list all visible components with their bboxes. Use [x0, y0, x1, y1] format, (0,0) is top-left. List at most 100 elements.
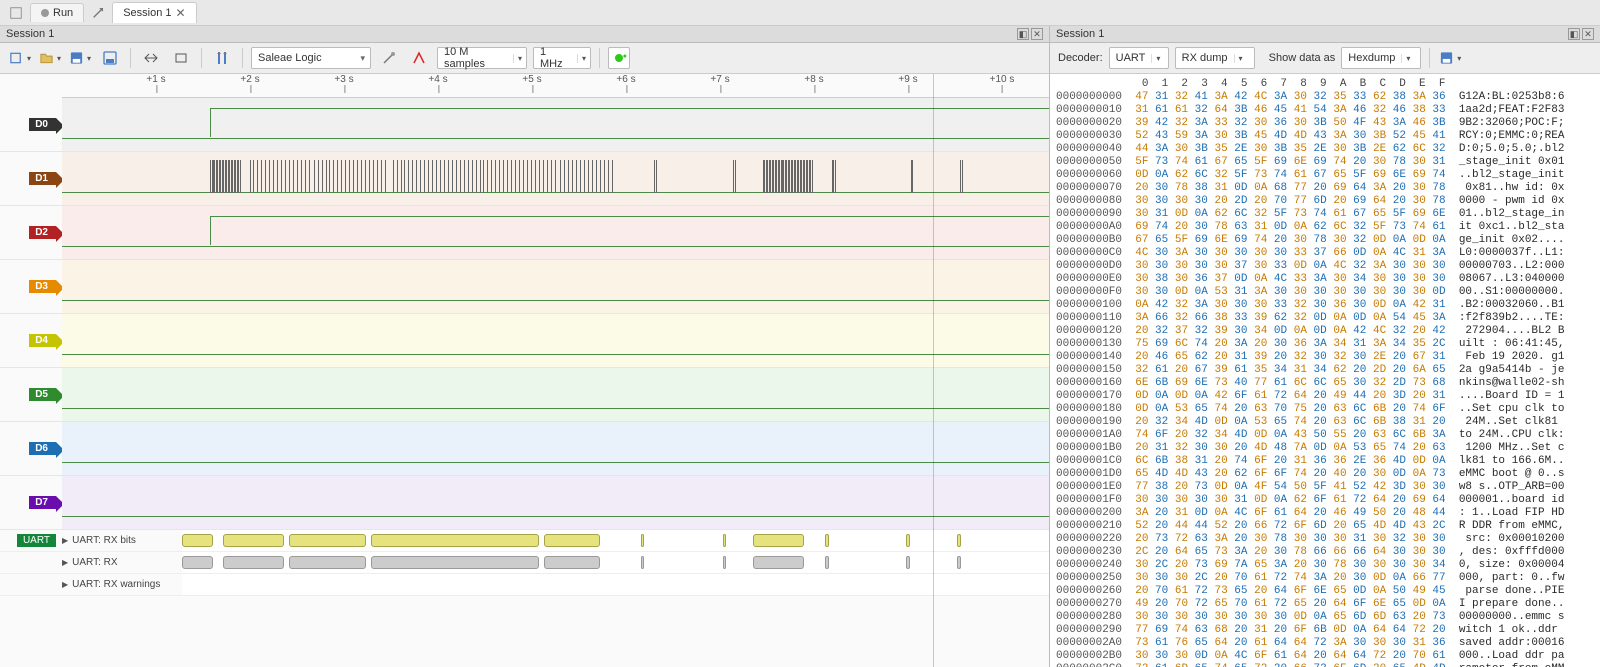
timeline-area[interactable]: +1 s+2 s+3 s+4 s+5 s+6 s+7 s+8 s+9 s+10 …: [0, 74, 1049, 667]
decoder-row-name[interactable]: ▶UART: RX bits: [62, 535, 182, 546]
trace-line: [62, 138, 1049, 139]
decoder-track[interactable]: [182, 530, 1049, 551]
channel-label[interactable]: D5: [0, 368, 62, 421]
channel-d7[interactable]: D7: [0, 476, 1049, 530]
decoder-row[interactable]: ▶UART: RX: [0, 552, 1049, 574]
channel-label[interactable]: D6: [0, 422, 62, 475]
decoder-view-select[interactable]: RX dump▾: [1175, 47, 1255, 69]
session-header-right: Session 1 ◧✕: [1050, 26, 1600, 43]
decoder-row[interactable]: UART▶UART: RX bits: [0, 530, 1049, 552]
channel-tag: D4: [29, 334, 56, 347]
channel-track[interactable]: [62, 314, 1049, 367]
channel-tag: D1: [29, 172, 56, 185]
decoder-row-name[interactable]: ▶UART: RX: [62, 557, 182, 568]
show-data-value: Hexdump: [1348, 52, 1395, 64]
channel-label[interactable]: D2: [0, 206, 62, 259]
zoom-region-button[interactable]: [169, 47, 193, 69]
channels-button[interactable]: [407, 47, 431, 69]
ruler-tick: +9 s: [898, 74, 917, 85]
samplerate-value: 1 MHz: [540, 46, 571, 70]
save-hexdump-button[interactable]: [1438, 47, 1462, 69]
channel-track[interactable]: [62, 476, 1049, 529]
channel-d6[interactable]: D6: [0, 422, 1049, 476]
trace-line: [62, 300, 1049, 301]
ruler-tick: +7 s: [710, 74, 729, 85]
driver-config-button[interactable]: [377, 47, 401, 69]
tools-icon[interactable]: [86, 2, 110, 24]
decoder-label: Decoder:: [1058, 52, 1103, 64]
close-pane-icon[interactable]: ✕: [1031, 28, 1043, 40]
new-session-button[interactable]: [8, 47, 32, 69]
session-title: Session 1: [6, 28, 54, 40]
decoder-row[interactable]: ▶UART: RX warnings: [0, 574, 1049, 596]
channel-d0[interactable]: D0: [0, 98, 1049, 152]
samplerate-select[interactable]: 1 MHz▾: [533, 47, 591, 69]
detach-icon[interactable]: ◧: [1568, 28, 1580, 40]
channel-tag: D5: [29, 388, 56, 401]
session-tab-label: Session 1: [123, 7, 171, 19]
channel-track[interactable]: [62, 422, 1049, 475]
cursors-button[interactable]: [210, 47, 234, 69]
decoder-track[interactable]: [182, 574, 1049, 595]
expand-icon[interactable]: ▶: [62, 580, 68, 589]
detach-icon[interactable]: ◧: [1017, 28, 1029, 40]
close-pane-icon[interactable]: ✕: [1582, 28, 1594, 40]
run-tab-label: Run: [53, 7, 73, 19]
channel-label[interactable]: D0: [0, 98, 62, 151]
close-tab-icon[interactable]: ✕: [176, 6, 186, 20]
ruler-tick: +8 s: [804, 74, 823, 85]
session-header-left: Session 1 ◧✕: [0, 26, 1049, 43]
driver-select[interactable]: Saleae Logic: [251, 47, 371, 69]
channel-track[interactable]: [62, 152, 1049, 205]
open-button[interactable]: [38, 47, 62, 69]
channel-track[interactable]: [62, 260, 1049, 313]
expand-icon[interactable]: ▶: [62, 558, 68, 567]
trace-line: [62, 246, 1049, 247]
channel-label[interactable]: D7: [0, 476, 62, 529]
channel-tag: D6: [29, 442, 56, 455]
hexdump-pane: Session 1 ◧✕ Decoder: UART▾ RX dump▾ Sho…: [1050, 26, 1600, 667]
time-ruler[interactable]: +1 s+2 s+3 s+4 s+5 s+6 s+7 s+8 s+9 s+10 …: [62, 74, 1049, 98]
channel-label[interactable]: D1: [0, 152, 62, 205]
decoder-track[interactable]: [182, 552, 1049, 573]
channel-tag: D0: [29, 118, 56, 131]
channels-container: D0 D1 D2D3 D4 D5 D6 D7: [0, 98, 1049, 530]
channel-tag: D7: [29, 496, 56, 509]
channel-d4[interactable]: D4: [0, 314, 1049, 368]
time-cursor[interactable]: [933, 74, 934, 667]
session-title-right: Session 1: [1056, 28, 1104, 40]
samples-select[interactable]: 10 M samples▾: [437, 47, 527, 69]
save-button[interactable]: [68, 47, 92, 69]
channel-d1[interactable]: D1: [0, 152, 1049, 206]
channel-track[interactable]: [62, 206, 1049, 259]
run-capture-button[interactable]: [608, 47, 630, 69]
decoder-select[interactable]: UART▾: [1109, 47, 1169, 69]
run-tab[interactable]: Run: [30, 3, 84, 22]
channel-track[interactable]: [62, 368, 1049, 421]
channel-d3[interactable]: D3: [0, 260, 1049, 314]
ruler-tick: +2 s: [240, 74, 259, 85]
ruler-tick: +4 s: [428, 74, 447, 85]
decoder-rows: UART▶UART: RX bits ▶UART: RX ▶UART: RX war…: [0, 530, 1049, 596]
channel-label[interactable]: D3: [0, 260, 62, 313]
waveform-pane: Session 1 ◧✕ Saleae Logic 10 M samples▾ …: [0, 26, 1050, 667]
ruler-tick: +3 s: [334, 74, 353, 85]
show-data-select[interactable]: Hexdump▾: [1341, 47, 1421, 69]
session-tab[interactable]: Session 1 ✕: [112, 2, 196, 23]
zoom-fit-button[interactable]: [139, 47, 163, 69]
hexdump-view[interactable]: 0 1 2 3 4 5 6 7 8 9 A B C D E F000000000…: [1050, 74, 1600, 667]
app-icon[interactable]: [4, 2, 28, 24]
decoder-row-name[interactable]: ▶UART: RX warnings: [62, 579, 182, 590]
decoder-view-value: RX dump: [1182, 52, 1228, 64]
channel-track[interactable]: [62, 98, 1049, 151]
channel-d2[interactable]: D2: [0, 206, 1049, 260]
ruler-tick: +1 s: [146, 74, 165, 85]
expand-icon[interactable]: ▶: [62, 536, 68, 545]
driver-select-value: Saleae Logic: [258, 52, 322, 64]
channel-d5[interactable]: D5: [0, 368, 1049, 422]
ruler-tick: +6 s: [616, 74, 635, 85]
channel-label[interactable]: D4: [0, 314, 62, 367]
capture-toolbar: Saleae Logic 10 M samples▾ 1 MHz▾: [0, 43, 1049, 74]
save-as-button[interactable]: [98, 47, 122, 69]
global-tab-bar: Run Session 1 ✕: [0, 0, 1600, 26]
